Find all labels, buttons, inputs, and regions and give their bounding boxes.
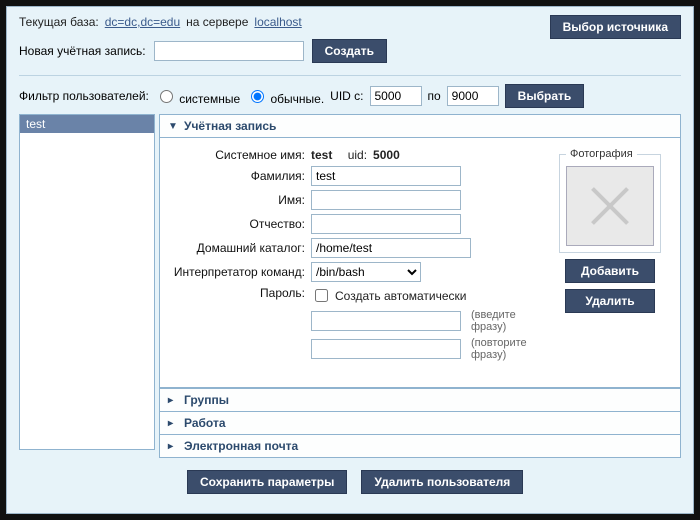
photo-sidebar: Фотография Добавить Удалить — [550, 148, 670, 365]
chevron-right-icon: ▸ — [168, 395, 178, 406]
list-item[interactable]: test — [20, 115, 154, 133]
photo-placeholder — [566, 166, 654, 246]
new-account-row: Новая учётная запись: Создать — [19, 39, 681, 63]
new-account-input[interactable] — [154, 41, 304, 61]
section-email-header[interactable]: ▸ Электронная почта — [159, 435, 681, 458]
chevron-right-icon: ▸ — [168, 441, 178, 452]
details-panel: ▼ Учётная запись Системное имя: test uid… — [159, 114, 681, 458]
uid-value: 5000 — [373, 148, 400, 162]
password-label: Пароль: — [170, 286, 305, 300]
radio-regular-label: обычные. — [270, 92, 324, 106]
uid-label: uid: — [348, 148, 367, 162]
section-work-header[interactable]: ▸ Работа — [159, 412, 681, 435]
filter-label: Фильтр пользователей: — [19, 89, 149, 103]
photo-delete-button[interactable]: Удалить — [565, 289, 655, 313]
create-button[interactable]: Создать — [312, 39, 387, 63]
delete-user-button[interactable]: Удалить пользователя — [361, 470, 523, 494]
section-account-title: Учётная запись — [184, 119, 276, 133]
auto-password-label: Создать автоматически — [335, 289, 467, 303]
user-list[interactable]: test — [19, 114, 155, 450]
enter-phrase-hint: (введите фразу) — [471, 309, 550, 333]
base-link[interactable]: dc=dc,dc=edu — [105, 15, 180, 29]
password-input[interactable] — [311, 311, 461, 331]
sysname-label: Системное имя: — [170, 148, 305, 162]
uid-from-label: UID с: — [330, 89, 363, 103]
repeat-phrase-hint: (повторите фразу) — [471, 337, 550, 361]
firstname-input[interactable] — [311, 190, 461, 210]
section-work-title: Работа — [184, 416, 226, 430]
radio-regular[interactable]: обычные. — [246, 87, 324, 106]
radio-system-label: системные — [179, 92, 240, 106]
lastname-label: Фамилия: — [170, 169, 305, 183]
firstname-label: Имя: — [170, 193, 305, 207]
uid-to-label: по — [428, 89, 441, 103]
on-server-label: на сервере — [186, 15, 248, 29]
form-area: Системное имя: test uid: 5000 Фамилия: И… — [170, 148, 550, 365]
footer-buttons: Сохранить параметры Удалить пользователя — [187, 470, 681, 494]
section-email-title: Электронная почта — [184, 439, 298, 453]
main-area: test ▼ Учётная запись Системное имя: tes… — [19, 114, 681, 458]
save-button[interactable]: Сохранить параметры — [187, 470, 347, 494]
password-repeat-input[interactable] — [311, 339, 461, 359]
home-input[interactable] — [311, 238, 471, 258]
filter-select-button[interactable]: Выбрать — [505, 84, 585, 108]
close-icon — [585, 181, 635, 231]
home-label: Домашний каталог: — [170, 241, 305, 255]
new-account-label: Новая учётная запись: — [19, 44, 146, 58]
uid-from-input[interactable] — [370, 86, 422, 106]
shell-label: Интерпретатор команд: — [170, 265, 305, 279]
patronymic-label: Отчество: — [170, 217, 305, 231]
lastname-input[interactable] — [311, 166, 461, 186]
radio-system[interactable]: системные — [155, 87, 240, 106]
section-groups-title: Группы — [184, 393, 229, 407]
sysname-value: test — [311, 148, 332, 162]
section-groups-header[interactable]: ▸ Группы — [159, 388, 681, 412]
uid-to-input[interactable] — [447, 86, 499, 106]
current-base-label: Текущая база: — [19, 15, 99, 29]
photo-label: Фотография — [566, 148, 637, 160]
patronymic-input[interactable] — [311, 214, 461, 234]
auto-password-checkbox[interactable]: Создать автоматически — [311, 286, 550, 305]
app-window: Выбор источника Текущая база: dc=dc,dc=e… — [6, 6, 694, 514]
chevron-right-icon: ▸ — [168, 418, 178, 429]
photo-add-button[interactable]: Добавить — [565, 259, 655, 283]
source-select-button[interactable]: Выбор источника — [550, 15, 681, 39]
shell-select[interactable]: /bin/bash — [311, 262, 421, 282]
collapsed-sections: ▸ Группы ▸ Работа ▸ Электронная почта — [159, 388, 681, 458]
filter-row: Фильтр пользователей: системные обычные.… — [19, 84, 681, 108]
separator — [19, 75, 681, 76]
section-account-body: Системное имя: test uid: 5000 Фамилия: И… — [159, 138, 681, 388]
server-link[interactable]: localhost — [254, 15, 301, 29]
chevron-down-icon: ▼ — [168, 121, 178, 132]
section-account-header[interactable]: ▼ Учётная запись — [159, 114, 681, 138]
